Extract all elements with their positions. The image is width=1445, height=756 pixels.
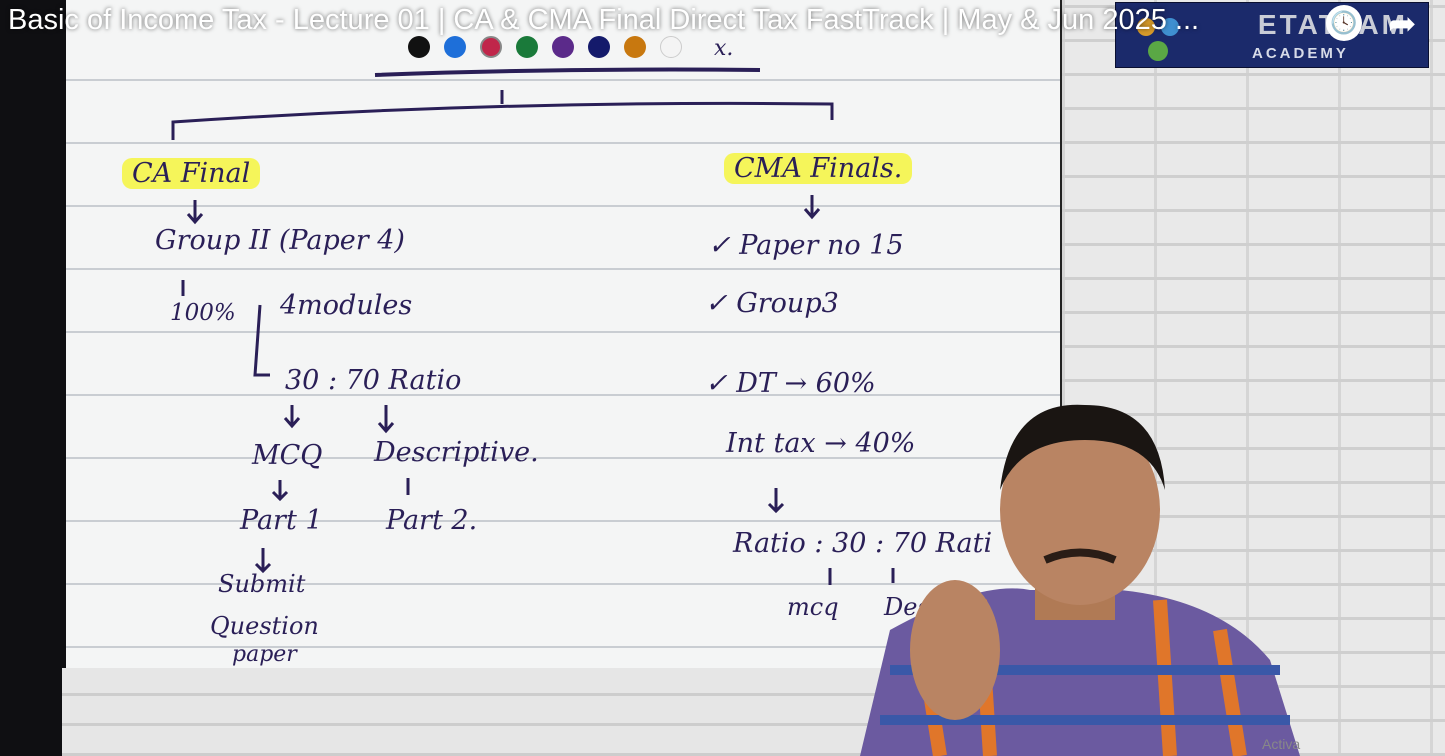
ca-ratio-text: 30 : 70 Ratio bbox=[285, 365, 462, 396]
cma-dt-text: ✓ DT → 60% bbox=[705, 368, 876, 399]
cma-final-heading: CMA Finals. bbox=[724, 153, 913, 184]
clock-icon[interactable]: 🕓 bbox=[1326, 5, 1362, 41]
logo-subtitle: ACADEMY bbox=[1252, 45, 1349, 62]
cma-group-text: ✓ Group3 bbox=[705, 288, 839, 319]
color-navy[interactable] bbox=[588, 36, 610, 58]
ca-part1-text: Part 1 bbox=[240, 505, 323, 536]
eraser-label: x. bbox=[714, 36, 734, 61]
ca-mcq-text: MCQ bbox=[252, 440, 323, 471]
share-arrow-icon[interactable]: ➦ bbox=[1388, 4, 1417, 44]
ca-question-text: Question bbox=[210, 612, 319, 640]
color-purple[interactable] bbox=[552, 36, 574, 58]
ca-paper-text: paper bbox=[232, 642, 297, 667]
color-red-selected[interactable] bbox=[480, 36, 502, 58]
activate-windows-watermark: Activa bbox=[1262, 736, 1301, 752]
color-blue[interactable] bbox=[444, 36, 466, 58]
presenter bbox=[860, 404, 1300, 756]
ca-group-text: Group II (Paper 4) bbox=[155, 225, 405, 256]
color-orange[interactable] bbox=[624, 36, 646, 58]
ca-final-heading: CA Final bbox=[122, 158, 261, 189]
color-black[interactable] bbox=[408, 36, 430, 58]
ca-percent-text: 100% bbox=[170, 300, 236, 326]
ca-descriptive-text: Descriptive. bbox=[374, 437, 539, 468]
color-white[interactable] bbox=[660, 36, 682, 58]
cma-mcq-text: mcq bbox=[787, 593, 839, 621]
cma-paper-text: ✓ Paper no 15 bbox=[708, 230, 904, 261]
color-green[interactable] bbox=[516, 36, 538, 58]
video-title[interactable]: Basic of Income Tax - Lecture 01 | CA & … bbox=[8, 4, 1199, 37]
pen-color-palette: x. bbox=[408, 36, 733, 61]
ca-submit-text: Submit bbox=[218, 570, 306, 598]
ca-modules-text: 4modules bbox=[280, 290, 413, 321]
ca-part2-text: Part 2. bbox=[386, 505, 478, 536]
